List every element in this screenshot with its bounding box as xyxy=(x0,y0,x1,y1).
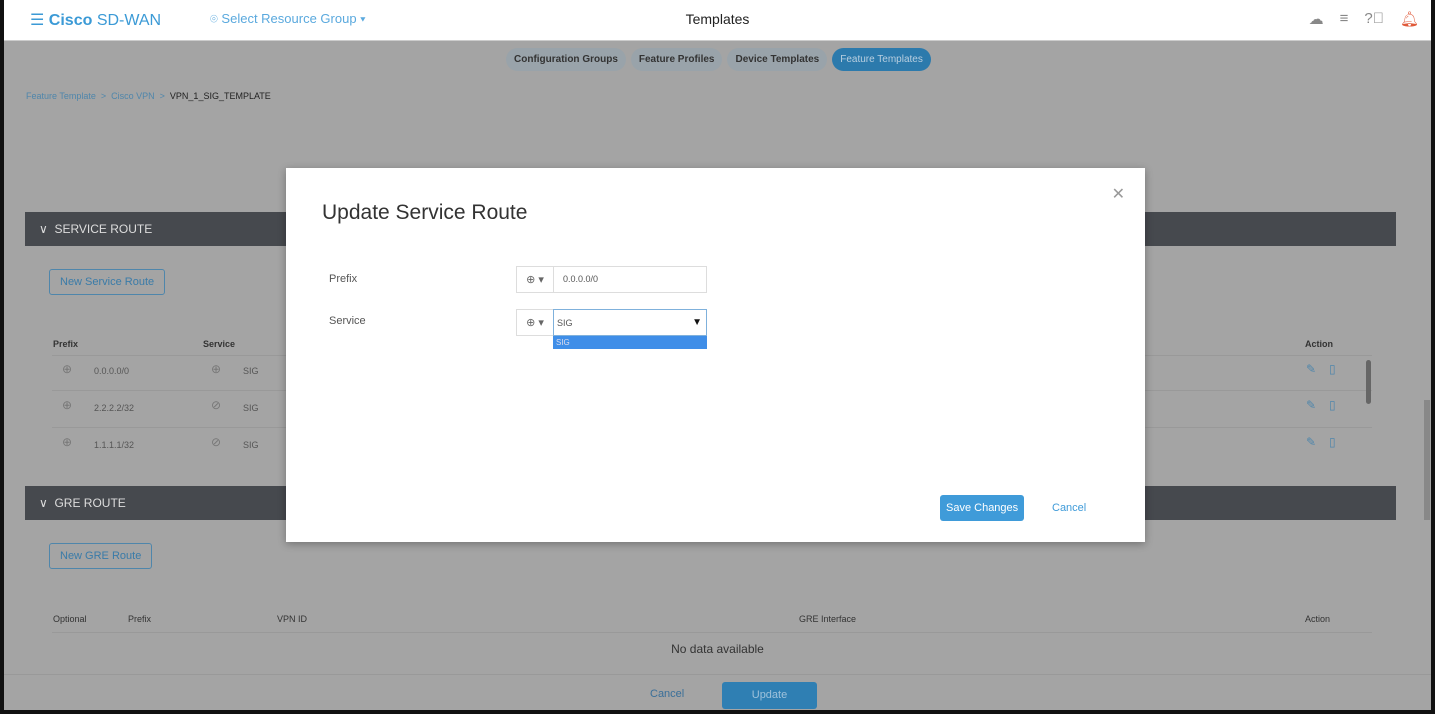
help-icon[interactable]: ?⃝ xyxy=(1364,10,1384,28)
list-icon[interactable]: ≡ xyxy=(1340,10,1349,28)
table-scrollbar[interactable] xyxy=(1366,360,1371,404)
prefix-input[interactable]: 0.0.0.0/0 xyxy=(553,266,707,293)
new-service-route-button[interactable]: New Service Route xyxy=(49,269,166,295)
template-tabs: Configuration Groups Feature Profiles De… xyxy=(506,48,931,71)
check-circle-icon: ⊘ xyxy=(211,398,222,412)
column-action: Action xyxy=(1305,614,1331,624)
tab-configuration-groups[interactable]: Configuration Groups xyxy=(506,48,626,71)
chevron-down-icon: ∨ xyxy=(39,222,52,236)
column-optional: Optional xyxy=(53,614,87,624)
page-scrollbar[interactable] xyxy=(1424,400,1430,520)
breadcrumb-current: VPN_1_SIG_TEMPLATE xyxy=(169,91,271,101)
column-service: Service xyxy=(203,339,236,349)
breadcrumb: Feature Template > Cisco VPN > VPN_1_SIG… xyxy=(26,91,271,101)
prefix-label: Prefix xyxy=(329,273,358,285)
new-gre-route-button[interactable]: New GRE Route xyxy=(49,543,153,569)
cloud-icon[interactable]: ☁ xyxy=(1309,10,1324,28)
breadcrumb-feature-template[interactable]: Feature Template xyxy=(26,91,96,101)
globe-icon: ⊕ xyxy=(526,317,536,329)
column-prefix: Prefix xyxy=(128,614,152,624)
trash-icon[interactable]: ▯ xyxy=(1329,398,1336,412)
tab-feature-templates[interactable]: Feature Templates xyxy=(832,48,931,71)
modal-cancel-button[interactable]: Cancel xyxy=(1052,502,1086,514)
globe-icon: ⊕ xyxy=(211,362,222,376)
column-gre-interface: GRE Interface xyxy=(799,614,857,624)
globe-icon: ⊕ xyxy=(526,274,536,286)
globe-icon: ⊕ xyxy=(62,435,73,449)
top-bar: ☰ Cisco SD-WAN ⌾ Select Resource Group ▾… xyxy=(4,0,1431,41)
close-icon[interactable]: ✕ xyxy=(1112,184,1125,204)
tab-device-templates[interactable]: Device Templates xyxy=(727,48,828,71)
tab-feature-profiles[interactable]: Feature Profiles xyxy=(630,48,723,71)
edit-icon[interactable]: ✎ xyxy=(1306,435,1316,449)
column-action: Action xyxy=(1305,339,1333,349)
edit-icon[interactable]: ✎ xyxy=(1306,398,1316,412)
save-changes-button[interactable]: Save Changes xyxy=(940,495,1025,521)
edit-icon[interactable]: ✎ xyxy=(1306,362,1316,376)
globe-icon: ⊕ xyxy=(62,398,73,412)
chevron-down-icon: ∨ xyxy=(39,496,52,510)
caret-down-icon: ▼ xyxy=(692,317,702,328)
service-label: Service xyxy=(329,315,366,327)
update-button[interactable]: Update xyxy=(722,682,817,709)
check-circle-icon: ⊘ xyxy=(211,435,222,449)
service-select[interactable]: SIG ▼ xyxy=(553,309,707,336)
app-window: ☰ Cisco SD-WAN ⌾ Select Resource Group ▾… xyxy=(4,0,1431,710)
breadcrumb-cisco-vpn[interactable]: Cisco VPN xyxy=(111,91,155,101)
column-vpn-id: VPN ID xyxy=(277,614,308,624)
globe-icon: ⊕ xyxy=(62,362,73,376)
service-scope-dropdown[interactable]: ⊕ ▾ xyxy=(516,309,554,336)
service-option-sig[interactable]: SIG xyxy=(553,336,707,349)
page-title: Templates xyxy=(685,11,750,27)
bell-icon[interactable]: 🔔︎ xyxy=(1400,10,1419,28)
footer-bar: Cancel Update xyxy=(4,674,1431,710)
prefix-scope-dropdown[interactable]: ⊕ ▾ xyxy=(516,266,554,293)
trash-icon[interactable]: ▯ xyxy=(1329,362,1336,376)
empty-state: No data available xyxy=(671,642,764,656)
cancel-button[interactable]: Cancel xyxy=(650,688,684,700)
trash-icon[interactable]: ▯ xyxy=(1329,435,1336,449)
column-prefix: Prefix xyxy=(53,339,79,349)
modal-title: Update Service Route xyxy=(322,201,528,224)
update-service-route-modal: Update Service Route ✕ Prefix ⊕ ▾ 0.0.0.0… xyxy=(286,168,1145,542)
